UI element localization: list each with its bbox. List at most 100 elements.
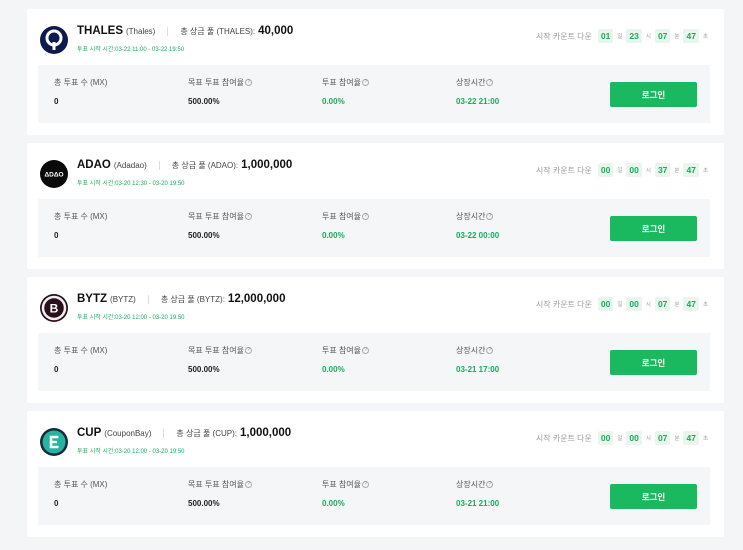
countdown-minutes: 07 [654,431,671,445]
vote-time: 투표 시작 시간:03-20 12:00 - 03-20 19:50 [77,449,185,455]
listing-time: 상장시간? 03-22 21:00 [456,77,499,106]
listing-time: 상장시간? 03-21 17:00 [456,345,499,374]
help-icon[interactable]: ? [244,79,252,86]
target-rate: 목표 투표 참여율? 500.00% [188,211,252,240]
prize-pool-amount: 40,000 [258,25,294,37]
help-icon[interactable]: ? [486,481,494,488]
countdown-hours: 23 [626,29,642,43]
prize-pool-amount: 12,000,000 [227,293,286,305]
listing-time-value: 03-21 21:00 [456,499,500,508]
unit-day: 일 [617,436,623,442]
countdown-days: 01 [597,29,614,43]
countdown: 시작 카운트 다운 00 일 00 시 07 분 47 초 [536,431,708,445]
total-votes: 총 투표 수 (MX) 0 [54,77,107,106]
total-votes-value: 0 [54,365,59,374]
login-button[interactable]: 로그인 [610,350,697,375]
listing-time-value: 03-22 21:00 [456,97,500,106]
target-rate-label: 목표 투표 참여율 [188,480,244,489]
total-votes-value: 0 [54,231,59,240]
project-name: (Thales) [126,27,156,36]
project-card-bytz: B BYTZ (BYTZ) 총 상금 풀 (BYTZ): 12,000,000 … [27,277,724,403]
participation-rate-label: 투표 참여율 [322,212,362,221]
participation-rate-value: 0.00% [322,97,345,106]
total-votes: 총 투표 수 (MX) 0 [54,211,107,240]
target-rate-value: 500.00% [188,365,220,374]
prize-pool-label: 총 상금 풀 (CUP): [176,429,237,438]
participation-rate-label: 투표 참여율 [322,78,362,87]
help-icon[interactable]: ? [362,481,370,488]
participation-rate: 투표 참여율? 0.00% [322,479,370,508]
countdown-hours: 00 [626,297,642,311]
project-card-adao: ΔDΔO ADAO (Adadao) 총 상금 풀 (ADAO): 1,000,… [27,143,724,269]
target-rate-value: 500.00% [188,231,220,240]
project-card-thales: THALES (Thales) 총 상금 풀 (THALES): 40,000 … [27,9,724,135]
prize-pool-label: 총 상금 풀 (THALES): [180,27,256,36]
target-rate: 목표 투표 참여율? 500.00% [188,479,252,508]
vote-time: 투표 시작 시간:03-22 11:00 - 03-22 19:50 [77,47,185,53]
unit-second: 초 [702,34,708,40]
countdown-seconds: 47 [683,431,699,445]
help-icon[interactable]: ? [486,213,494,220]
total-votes-label: 총 투표 수 (MX) [54,480,108,489]
help-icon[interactable]: ? [244,213,252,220]
target-rate: 목표 투표 참여율? 500.00% [188,345,252,374]
bytz-logo-icon: B [39,293,69,323]
prize-pool-label: 총 상금 풀 (ADAO): [171,161,239,170]
unit-hour: 시 [645,302,651,308]
divider [167,26,169,36]
target-rate-label: 목표 투표 참여율 [188,78,244,87]
countdown-minutes: 37 [654,163,671,177]
countdown-hours: 00 [626,431,642,445]
unit-hour: 시 [645,436,651,442]
countdown: 시작 카운트 다운 00 일 00 시 07 분 47 초 [536,297,708,311]
unit-minute: 분 [674,436,680,442]
total-votes-label: 총 투표 수 (MX) [54,78,108,87]
project-symbol: ADAO [77,159,111,171]
help-icon[interactable]: ? [244,481,252,488]
help-icon[interactable]: ? [362,213,370,220]
login-button[interactable]: 로그인 [610,82,697,107]
countdown-days: 00 [597,163,614,177]
project-symbol: THALES [77,25,123,37]
help-icon[interactable]: ? [486,79,494,86]
target-rate: 목표 투표 참여율? 500.00% [188,77,252,106]
participation-rate-label: 투표 참여율 [322,346,362,355]
countdown-label: 시작 카운트 다운 [535,433,592,443]
vote-time: 투표 시작 시간:03-20 12:30 - 03-20 19:50 [77,181,185,187]
project-title: BYTZ (BYTZ) 총 상금 풀 (BYTZ): 12,000,000 [77,293,285,305]
unit-minute: 분 [674,34,680,40]
listing-time: 상장시간? 03-22 00:00 [456,211,499,240]
unit-day: 일 [617,34,623,40]
participation-rate-value: 0.00% [322,365,345,374]
participation-rate: 투표 참여율? 0.00% [322,211,370,240]
couponbay-logo-icon [39,427,69,457]
help-icon[interactable]: ? [486,347,494,354]
stats-panel: 총 투표 수 (MX) 0 목표 투표 참여율? 500.00% 투표 참여율?… [38,199,710,257]
countdown-seconds: 47 [683,297,699,311]
adao-logo-icon: ΔDΔO [39,159,69,189]
help-icon[interactable]: ? [362,79,370,86]
project-title: THALES (Thales) 총 상금 풀 (THALES): 40,000 [77,25,293,37]
total-votes: 총 투표 수 (MX) 0 [54,479,107,508]
unit-day: 일 [617,302,623,308]
target-rate-label: 목표 투표 참여율 [188,346,244,355]
unit-second: 초 [702,436,708,442]
listing-time-label: 상장시간 [456,480,486,489]
help-icon[interactable]: ? [244,347,252,354]
unit-minute: 분 [674,168,680,174]
divider [147,294,149,304]
countdown-label: 시작 카운트 다운 [535,31,592,41]
participation-rate-label: 투표 참여율 [322,480,362,489]
total-votes-value: 0 [54,499,59,508]
unit-day: 일 [617,168,623,174]
login-button[interactable]: 로그인 [610,216,697,241]
login-button[interactable]: 로그인 [610,484,697,509]
listing-time-label: 상장시간 [456,346,486,355]
project-symbol: CUP [77,427,102,439]
countdown-minutes: 07 [654,29,671,43]
prize-pool-label: 총 상금 풀 (BYTZ): [160,295,225,304]
participation-rate: 투표 참여율? 0.00% [322,345,370,374]
help-icon[interactable]: ? [362,347,370,354]
stats-panel: 총 투표 수 (MX) 0 목표 투표 참여율? 500.00% 투표 참여율?… [38,333,710,391]
participation-rate: 투표 참여율? 0.00% [322,77,370,106]
